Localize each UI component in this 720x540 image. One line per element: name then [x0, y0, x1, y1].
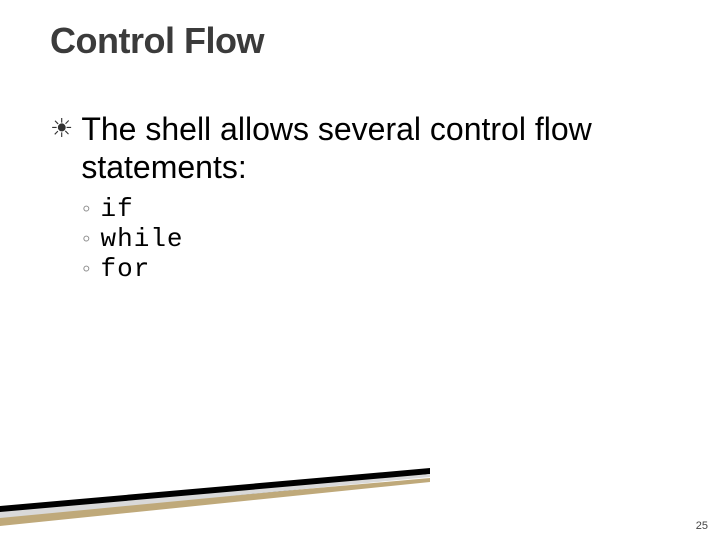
main-bullet-icon: ☀	[50, 110, 73, 146]
slide: Control Flow ☀ The shell allows several …	[0, 0, 720, 540]
page-number: 25	[696, 520, 708, 532]
main-bullet-text: The shell allows several control flow st…	[81, 110, 680, 186]
main-bullet-item: ☀ The shell allows several control flow …	[50, 110, 680, 186]
decorative-swoosh-icon	[0, 468, 430, 528]
sub-bullet-text: while	[101, 224, 184, 254]
list-item: ◦ if	[82, 194, 680, 224]
sub-bullet-icon: ◦	[82, 255, 91, 283]
sub-bullet-list: ◦ if ◦ while ◦ for	[82, 194, 680, 284]
list-item: ◦ for	[82, 254, 680, 284]
sub-bullet-icon: ◦	[82, 225, 91, 253]
list-item: ◦ while	[82, 224, 680, 254]
slide-title: Control Flow	[50, 20, 264, 62]
slide-body: ☀ The shell allows several control flow …	[50, 110, 680, 284]
sub-bullet-text: if	[101, 194, 134, 224]
sub-bullet-text: for	[101, 254, 151, 284]
sub-bullet-icon: ◦	[82, 195, 91, 223]
